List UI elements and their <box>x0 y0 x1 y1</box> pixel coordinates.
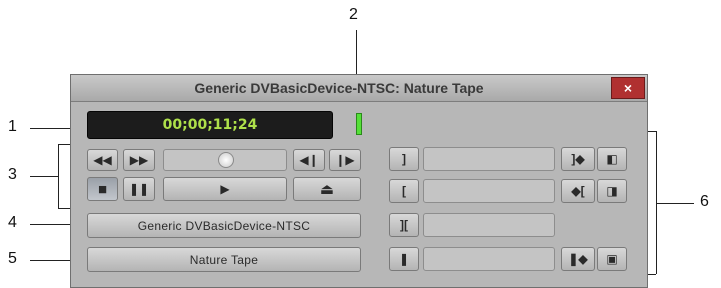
tape-name-label: Nature Tape <box>189 252 259 267</box>
fast-forward-button[interactable]: ▶▶ <box>123 149 155 171</box>
audio-timecode-field[interactable] <box>423 247 555 271</box>
stop-button[interactable]: ■ <box>87 177 118 201</box>
mark-in-timecode-field[interactable] <box>423 179 555 203</box>
mark-in-button[interactable]: [ <box>389 179 419 203</box>
audio-clip-button[interactable]: ▣ <box>597 247 627 271</box>
stop-icon: ■ <box>97 180 108 198</box>
go-to-in-button[interactable]: ◆[ <box>561 179 595 203</box>
pause-button[interactable]: ❚❚ <box>123 177 155 201</box>
callout-3: 3 <box>8 166 17 183</box>
duration-timecode-field[interactable] <box>423 213 555 237</box>
shuttle-knob[interactable] <box>218 152 234 168</box>
bracket-3-vertical <box>58 144 59 208</box>
eject-button[interactable]: ⏏ <box>293 177 361 201</box>
mark-out-button[interactable]: ] <box>389 147 419 171</box>
deck-controller-window: Generic DVBasicDevice-NTSC: Nature Tape … <box>70 74 648 288</box>
audio-mark-button[interactable]: ❚ <box>389 247 419 271</box>
title-bar[interactable]: Generic DVBasicDevice-NTSC: Nature Tape … <box>71 75 647 102</box>
bracket-6-vertical <box>656 131 657 274</box>
callout-6: 6 <box>700 193 709 210</box>
callout-4: 4 <box>8 214 17 231</box>
audio-mark-icon: ❚ <box>398 252 410 266</box>
device-name-label: Generic DVBasicDevice-NTSC <box>137 218 311 233</box>
close-icon: × <box>623 80 633 96</box>
mark-out-icon: ] <box>402 152 406 166</box>
duration-icon: ][ <box>400 218 408 232</box>
fast-forward-icon: ▶▶ <box>129 153 149 167</box>
play-button[interactable]: ▶ <box>163 177 287 201</box>
step-back-icon: ◀❙ <box>299 153 319 167</box>
mark-out-timecode-field[interactable] <box>423 147 555 171</box>
shuttle-slider[interactable] <box>163 149 287 171</box>
device-select-button[interactable]: Generic DVBasicDevice-NTSC <box>87 213 361 238</box>
play-icon: ▶ <box>220 182 230 196</box>
step-forward-button[interactable]: ❙▶ <box>329 149 361 171</box>
in-clip-button[interactable]: ◨ <box>597 179 627 203</box>
rewind-icon: ◀◀ <box>93 153 112 167</box>
leader-line-3 <box>30 176 58 177</box>
in-clip-icon: ◨ <box>606 184 618 198</box>
duration-button[interactable]: ][ <box>389 213 419 237</box>
callout-5: 5 <box>8 250 17 267</box>
go-to-in-icon: ◆[ <box>571 184 585 198</box>
window-title: Generic DVBasicDevice-NTSC: Nature Tape <box>194 80 484 96</box>
go-to-out-button[interactable]: ]◆ <box>561 147 595 171</box>
audio-clip-icon: ▣ <box>606 252 618 266</box>
step-back-button[interactable]: ◀❙ <box>293 149 325 171</box>
go-to-audio-button[interactable]: ❚◆ <box>561 247 595 271</box>
eject-icon: ⏏ <box>319 180 335 198</box>
rewind-button[interactable]: ◀◀ <box>87 149 118 171</box>
status-indicator <box>356 113 362 135</box>
callout-1: 1 <box>8 118 17 135</box>
out-clip-icon: ◧ <box>606 152 618 166</box>
go-to-audio-icon: ❚◆ <box>568 252 588 266</box>
tape-select-button[interactable]: Nature Tape <box>87 247 361 272</box>
leader-line-6 <box>656 203 694 204</box>
go-to-out-icon: ]◆ <box>571 152 585 166</box>
out-clip-button[interactable]: ◧ <box>597 147 627 171</box>
pause-icon: ❚❚ <box>128 182 150 196</box>
close-button[interactable]: × <box>611 77 645 99</box>
mark-in-icon: [ <box>402 184 406 198</box>
callout-2: 2 <box>349 6 358 23</box>
step-forward-icon: ❙▶ <box>335 153 355 167</box>
timecode-display: 00;00;11;24 <box>87 111 333 139</box>
